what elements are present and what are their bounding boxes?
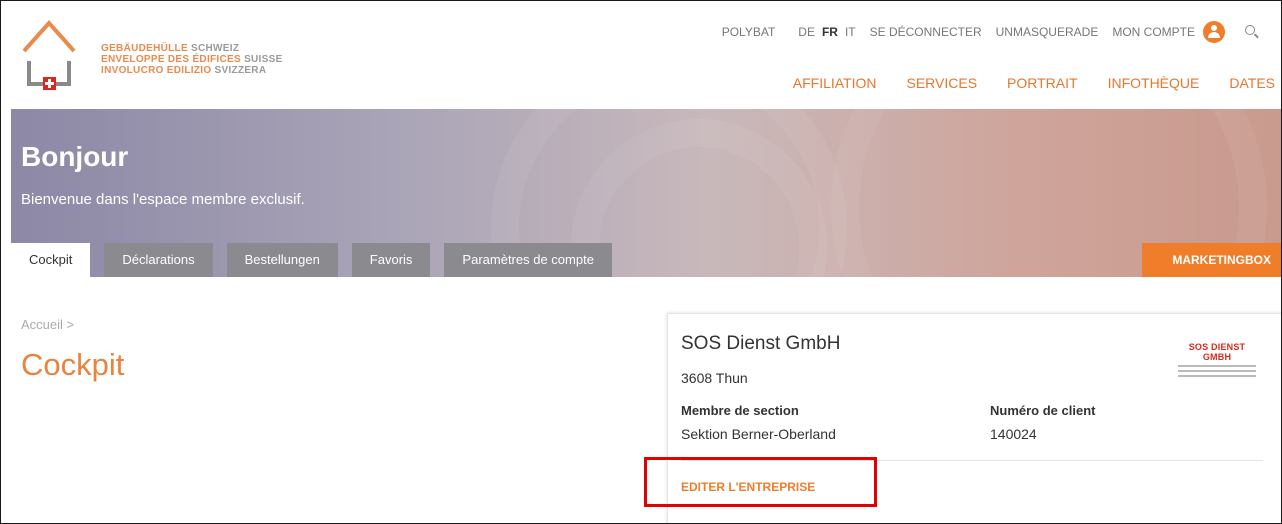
client-number-value: 140024 (990, 426, 1037, 442)
tab-bestellungen[interactable]: Bestellungen (226, 243, 338, 277)
lang-it[interactable]: IT (845, 25, 856, 39)
nav-portrait[interactable]: PORTRAIT (1007, 75, 1078, 91)
lang-de[interactable]: DE (798, 25, 815, 39)
breadcrumb[interactable]: Accueil > (21, 317, 74, 332)
nav-infotheque[interactable]: INFOTHÈQUE (1108, 75, 1200, 91)
company-logo: SOS DIENST GMBH (1174, 342, 1260, 378)
company-city: 3608 Thun (681, 370, 748, 386)
client-number-label: Numéro de client (990, 403, 1096, 418)
language-switcher: DE FR IT (791, 25, 855, 39)
search-icon[interactable] (1245, 25, 1259, 39)
logo-wordmark: GEBÄUDEHÜLLE SCHWEIZ ENVELOPPE DES ÉDIFI… (101, 43, 283, 76)
marketingbox-button[interactable]: MARKETINGBOX (1142, 243, 1281, 277)
hero-title: Bonjour (21, 141, 129, 172)
house-logo-icon (22, 19, 76, 90)
highlight-annotation (644, 457, 877, 507)
page-frame: GEBÄUDEHÜLLE SCHWEIZ ENVELOPPE DES ÉDIFI… (0, 0, 1282, 524)
account-link[interactable]: MON COMPTE (1112, 25, 1195, 39)
tab-cockpit[interactable]: Cockpit (11, 243, 91, 277)
company-logo-text: SOS DIENST GMBH (1188, 342, 1246, 362)
member-tabs: Cockpit Déclarations Bestellungen Favori… (11, 243, 626, 277)
lang-fr[interactable]: FR (822, 25, 838, 39)
site-logo[interactable]: GEBÄUDEHÜLLE SCHWEIZ ENVELOPPE DES ÉDIFI… (21, 17, 291, 95)
polybat-link[interactable]: POLYBAT (722, 25, 776, 39)
tab-favoris[interactable]: Favoris (351, 243, 431, 277)
section-label: Membre de section (681, 403, 799, 418)
user-avatar-icon[interactable] (1203, 21, 1225, 43)
company-name: SOS Dienst GmbH (681, 333, 841, 354)
nav-services[interactable]: SERVICES (907, 75, 978, 91)
logout-link[interactable]: SE DÉCONNECTER (870, 25, 982, 39)
page-title: Cockpit (21, 347, 125, 382)
hero-subtitle: Bienvenue dans l'espace membre exclusif. (21, 191, 305, 208)
nav-dates[interactable]: DATES (1229, 75, 1275, 91)
main-nav: AFFILIATION SERVICES PORTRAIT INFOTHÈQUE… (763, 75, 1275, 91)
nav-affiliation[interactable]: AFFILIATION (793, 75, 877, 91)
section-value: Sektion Berner-Oberland (681, 426, 836, 442)
unmasquerade-link[interactable]: UNMASQUERADE (996, 25, 1099, 39)
utility-nav: POLYBAT DE FR IT SE DÉCONNECTER UNMASQUE… (708, 21, 1259, 43)
tab-account-settings[interactable]: Paramètres de compte (444, 243, 612, 277)
tab-declarations[interactable]: Déclarations (104, 243, 213, 277)
